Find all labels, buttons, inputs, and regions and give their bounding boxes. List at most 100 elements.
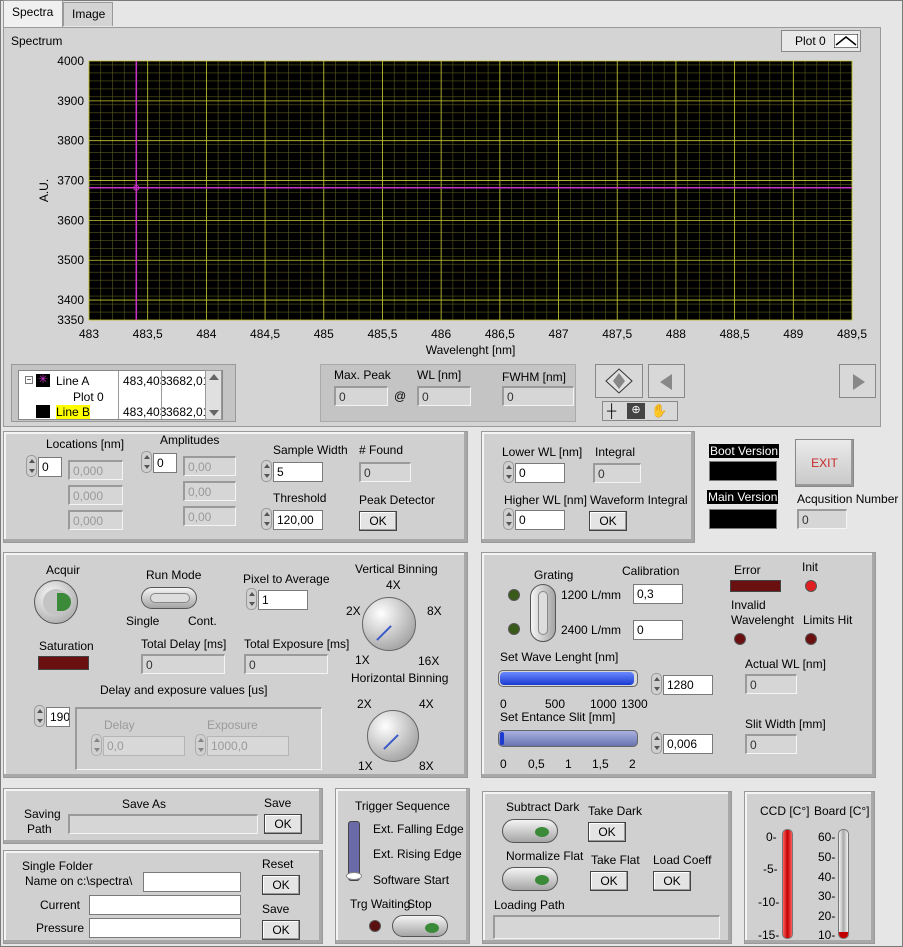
x-tick-label: 487,5 [602,327,632,341]
collapse-icon[interactable]: − [25,376,33,384]
locations-index-spinner[interactable] [26,455,37,477]
set-wavelength-slider[interactable] [498,670,638,687]
ext-rising-edge-label: Ext. Rising Edge [373,847,462,861]
threshold-input[interactable]: 120,00 [273,510,323,530]
load-coeff-label: Load Coeff [653,853,712,867]
trigger-sequence-label: Trigger Sequence [355,799,450,813]
lower-wl-spinner[interactable] [503,461,514,483]
saturation-label: Saturation [39,639,94,653]
lower-wl-label: Lower WL [nm] [502,445,583,459]
amplitudes-index-spinner[interactable] [141,451,152,473]
sample-width-input[interactable]: 5 [273,462,323,482]
ccd-temp-label: CCD [C°] [760,804,810,818]
integral-label: Integral [595,445,636,459]
x-tick-label: 483 [79,327,99,341]
scroll-down-icon[interactable] [209,410,219,416]
calibration-1200-input[interactable]: 0,3 [633,584,683,604]
amplitudes-label: Amplitudes [160,433,220,447]
waveform-integral-button[interactable]: OK [589,511,627,531]
pressure-label: Pressure [36,921,85,935]
trigger-selector[interactable] [346,821,362,881]
loading-path-field[interactable] [493,915,720,939]
zoom-icon[interactable]: ⊕ [627,403,645,419]
x-tick-label: 483,5 [133,327,163,341]
save-as-path[interactable] [68,814,258,834]
scroll-up-icon[interactable] [209,374,219,380]
delay-spinner[interactable] [91,734,102,756]
plot-area[interactable] [89,61,852,320]
entrance-slit-input[interactable]: 0,006 [663,734,713,754]
pixel-average-input[interactable]: 1 [258,590,308,610]
saturation-led [38,656,89,670]
x-tick-label: 484 [196,327,216,341]
sample-width-spinner[interactable] [261,460,272,482]
save-as-ok-button[interactable]: OK [264,814,302,834]
prev-button[interactable] [648,364,685,398]
folder-name-input[interactable] [143,872,241,892]
invalid-wavelenght-led [734,633,746,645]
normalize-flat-toggle[interactable] [502,867,558,891]
subtract-dark-toggle[interactable] [502,819,558,843]
calibration-2400-input[interactable]: 0 [633,620,683,640]
take-flat-button[interactable]: OK [590,871,628,891]
threshold-spinner[interactable] [261,508,272,530]
run-mode-switch[interactable] [141,587,197,609]
trigger-waiting-label: Trg Waiting [350,897,411,911]
save-ok-button[interactable]: OK [262,920,300,940]
actual-wl-value: 0 [745,674,797,694]
grating-switch[interactable] [530,584,556,642]
set-wavelength-input[interactable]: 1280 [663,675,713,695]
peak-detector-button[interactable]: OK [359,511,397,531]
entrance-slit-spinner[interactable] [651,732,662,754]
exit-button[interactable]: EXIT [795,439,854,487]
slit-tick-0: 0 [500,757,507,771]
load-coeff-button[interactable]: OK [653,871,691,891]
cursor-table[interactable]: − ✳ Line A 483,403 3682,01 Plot 0 Line B… [18,370,223,420]
path-label: Path [27,822,52,836]
x-tick-label: 486 [431,327,451,341]
exposure-input[interactable]: 1000,0 [207,736,289,756]
normalize-flat-label: Normalize Flat [506,849,584,863]
locations-index[interactable]: 0 [38,457,62,477]
x-tick-label: 484,5 [250,327,280,341]
horizontal-binning-knob[interactable] [367,710,419,762]
board-tick-30: 30- [818,889,836,903]
delay-exposure-index-spinner[interactable] [34,705,45,727]
cursor-scrollbar[interactable] [205,370,222,420]
stop-button[interactable] [392,915,448,937]
amplitudes-index[interactable]: 0 [153,453,177,473]
lower-wl-input[interactable]: 0 [515,463,565,483]
pan-zoom-palette[interactable] [595,364,643,398]
set-wavelength-spinner[interactable] [651,673,662,695]
entrance-slit-slider[interactable] [498,730,638,747]
vertical-binning-label: Vertical Binning [355,562,438,576]
pixel-average-spinner[interactable] [246,588,257,610]
crosshair-icon[interactable]: ┼ [607,403,616,418]
next-button[interactable] [839,364,876,398]
hand-icon[interactable]: ✋ [651,403,667,419]
higher-wl-spinner[interactable] [503,508,514,530]
reset-ok-button[interactable]: OK [262,875,300,895]
take-dark-button[interactable]: OK [588,822,626,842]
hbin-tick-1x: 1X [358,759,373,773]
threshold-label: Threshold [273,491,327,505]
horizontal-binning-label: Horizontal Binning [351,671,449,685]
fwhm-label: FWHM [nm] [502,370,566,384]
current-label: Current [40,898,81,912]
pressure-input[interactable] [89,918,241,938]
delay-label: Delay [104,718,135,732]
current-input[interactable] [89,895,241,915]
spectrum-chart[interactable]: 483 483,5 484 484,5 485 485,5 486 486,5 487 487,5… [0,0,903,360]
slit-tick-1-5: 1,5 [592,757,609,771]
delay-exposure-index[interactable]: 190 [46,707,70,727]
y-tick-label: 3800 [57,134,84,148]
vertical-binning-knob[interactable] [362,597,416,651]
acquir-label: Acquir [46,563,81,577]
tab-spectra[interactable]: Spectra [3,0,63,27]
cursor-b-icon [36,405,50,418]
higher-wl-input[interactable]: 0 [515,510,565,530]
acquire-button[interactable] [34,580,78,624]
delay-input[interactable]: 0,0 [103,736,185,756]
exposure-spinner[interactable] [195,734,206,756]
take-dark-label: Take Dark [588,804,643,818]
